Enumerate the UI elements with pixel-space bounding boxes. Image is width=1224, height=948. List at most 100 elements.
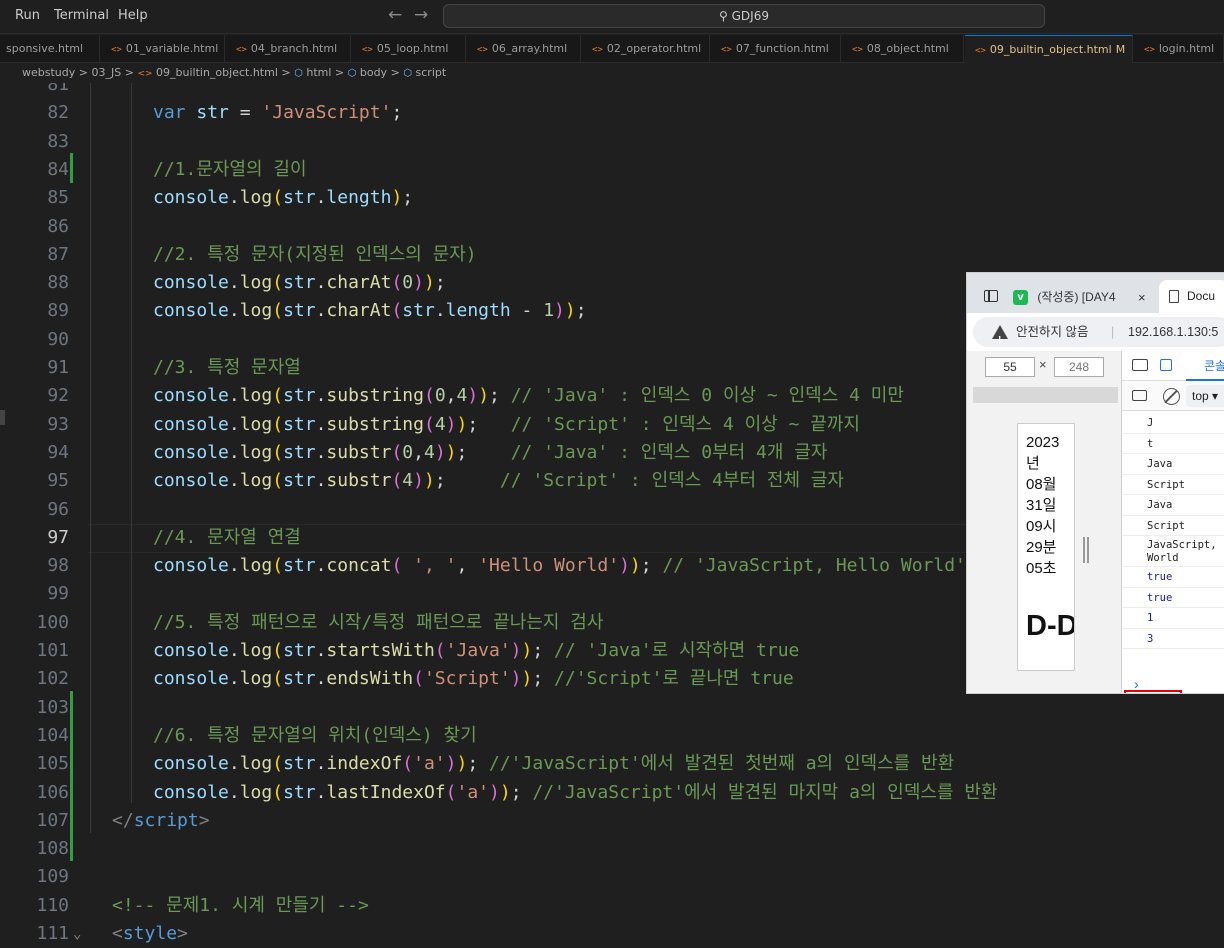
editor-tab-09-builtin-object[interactable]: <>09_builtin_object.htmlM × [965, 35, 1133, 63]
editor-tab-label: 09_builtin_object.html [989, 43, 1112, 56]
line-number: 83 [47, 130, 69, 152]
line-number: 98 [47, 555, 69, 577]
code-content: console.log(str.endsWith('Script')); //'… [153, 668, 794, 690]
browser-tab-draft[interactable]: v (작성중) [DAY4 × [1013, 282, 1153, 313]
forward-arrow-icon[interactable]: → [414, 5, 428, 25]
title-bar: Run Terminal Help ← → ⚲ GDJ69 [0, 0, 1224, 34]
editor-tab-02-operator[interactable]: <> 02_operator.html [582, 35, 710, 63]
code-line[interactable]: 106 console.log(str.lastIndexOf('a')); //… [0, 779, 1224, 807]
viewport-resize-handle[interactable] [1083, 537, 1089, 563]
breadcrumb-item-file[interactable]: 09_builtin_object.html [156, 66, 278, 79]
clear-console-icon[interactable] [1163, 388, 1180, 405]
back-arrow-icon[interactable]: ← [388, 5, 402, 25]
sidebar-icon[interactable] [1132, 390, 1147, 401]
editor-tab-login[interactable]: <> login.html [1134, 35, 1224, 63]
viewport-height-input[interactable]: 248 [1054, 357, 1104, 377]
inspect-icon[interactable] [1132, 359, 1148, 371]
code-content: var str = 'JavaScript'; [153, 102, 403, 124]
editor-tab-label: login.html [1158, 42, 1215, 55]
browser-window[interactable]: v (작성중) [DAY4 × Docu 안전하지 않음 | 192.168.1… [966, 272, 1224, 694]
editor-tab-06-array[interactable]: <> 06_array.html [467, 35, 581, 63]
code-line[interactable]: 107 </script> [0, 807, 1224, 835]
breadcrumb-item-script[interactable]: script [416, 66, 447, 79]
editor-tab-04-branch[interactable]: <> 04_branch.html [226, 35, 351, 63]
breadcrumb-item-html[interactable]: html [306, 66, 331, 79]
device-toolbar-icon[interactable] [1160, 359, 1172, 371]
breadcrumb-item-folder[interactable]: 03_JS [91, 66, 121, 79]
console-message: Script [1122, 475, 1224, 495]
code-line[interactable]: 81 [0, 83, 1224, 99]
command-center-search[interactable]: ⚲ GDJ69 [443, 4, 1045, 28]
menu-help[interactable]: Help [118, 8, 148, 23]
tab-console[interactable]: 콘솔 [1204, 357, 1224, 374]
line-number: 93 [47, 413, 69, 435]
sidebar-toggle-icon[interactable] [984, 290, 998, 302]
modified-indicator: M [1115, 43, 1126, 56]
code-line[interactable]: 82 var str = 'JavaScript'; [0, 99, 1224, 127]
line-number: 87 [47, 243, 69, 265]
line-number: 94 [47, 441, 69, 463]
html-file-icon: <> [137, 69, 153, 79]
editor-tab-label: 07_function.html [735, 42, 829, 55]
html-file-icon: <> [975, 46, 986, 56]
html-file-icon: <> [721, 45, 732, 55]
editor-tab-sponsive[interactable]: sponsive.html [0, 35, 100, 63]
close-icon[interactable]: × [1131, 43, 1132, 56]
line-number: 104 [36, 724, 69, 746]
code-line[interactable]: 85 console.log(str.length); [0, 184, 1224, 212]
code-content: console.log(str.substring(0,4)); // 'Jav… [153, 385, 904, 407]
editor-tab-label: 06_array.html [491, 42, 568, 55]
breadcrumb-item-webstudy[interactable]: webstudy [22, 66, 75, 79]
context-selector[interactable]: top ▾ [1186, 385, 1224, 407]
address-bar[interactable]: 안전하지 않음 | 192.168.1.130:5 [973, 317, 1224, 356]
code-content: console.log(str.length); [153, 187, 414, 209]
console-prompt[interactable]: › [1134, 676, 1139, 692]
code-line[interactable]: 87 //2. 특정 문자(지정된 인덱스의 문자) [0, 241, 1224, 269]
html-file-icon: <> [1144, 45, 1155, 55]
console-message: Java [1122, 454, 1224, 475]
html-file-icon: <> [477, 45, 488, 55]
editor-tab-05-loop[interactable]: <> 05_loop.html [352, 35, 466, 63]
line-number: 91 [47, 357, 69, 378]
editor-tab-07-function[interactable]: <> 07_function.html [711, 35, 841, 63]
menu-terminal[interactable]: Terminal [54, 8, 109, 23]
editor-tab-label: 04_branch.html [250, 42, 338, 55]
code-line[interactable]: 84 //1.문자열의 길이 [0, 156, 1224, 184]
line-number: 105 [36, 753, 69, 775]
viewport-width-input[interactable]: 55 [985, 357, 1035, 377]
code-line[interactable]: 103 [0, 694, 1224, 722]
code-line[interactable]: 108 [0, 835, 1224, 863]
breadcrumb: webstudy > 03_JS > <> 09_builtin_object.… [0, 63, 1224, 83]
editor-tab-label: 05_loop.html [376, 42, 449, 55]
console-message: t [1122, 434, 1224, 454]
url-divider: | [1111, 325, 1115, 339]
line-number: 102 [36, 668, 69, 690]
clock-day: 31일 [1026, 497, 1057, 514]
code-content: //2. 특정 문자(지정된 인덱스의 문자) [153, 243, 477, 265]
code-line[interactable]: 111 ⌄ <style> [0, 920, 1224, 948]
code-line[interactable]: 105 console.log(str.indexOf('a')); //'Jav… [0, 750, 1224, 778]
line-number: 111 [36, 923, 69, 944]
code-line[interactable]: 83 [0, 128, 1224, 156]
element-icon: ⬡ [294, 68, 303, 79]
code-line[interactable]: 86 [0, 213, 1224, 241]
console-message: true [1122, 588, 1224, 608]
code-line[interactable]: 104 //6. 특정 문자열의 위치(인덱스) 찾기 [0, 722, 1224, 750]
emulated-viewport[interactable]: 2023 년 08월 31일 09시 29분 05초 D-DAY [1017, 423, 1075, 671]
console-message: 1 [1122, 608, 1224, 629]
media-query-bar[interactable] [973, 387, 1118, 403]
breadcrumb-item-body[interactable]: body [360, 66, 387, 79]
code-line[interactable]: 109 [0, 863, 1224, 891]
menu-run[interactable]: Run [15, 8, 40, 23]
editor-tab-08-object[interactable]: <> 08_object.html [842, 35, 964, 63]
line-number: 92 [47, 385, 69, 407]
close-tab-icon[interactable]: × [1138, 282, 1146, 313]
clock-year: 2023 [1026, 434, 1060, 451]
code-line[interactable]: 110 <!-- 문제1. 시계 만들기 --> [0, 892, 1224, 920]
browser-tab-document[interactable]: Docu [1159, 280, 1224, 313]
fold-chevron-icon[interactable]: ⌄ [73, 920, 81, 948]
editor-tab-01-variable[interactable]: <> 01_variable.html [101, 35, 225, 63]
warning-icon [992, 325, 1008, 356]
code-content: console.log(str.indexOf('a')); //'JavaSc… [153, 753, 955, 775]
console-message: J [1122, 413, 1224, 434]
